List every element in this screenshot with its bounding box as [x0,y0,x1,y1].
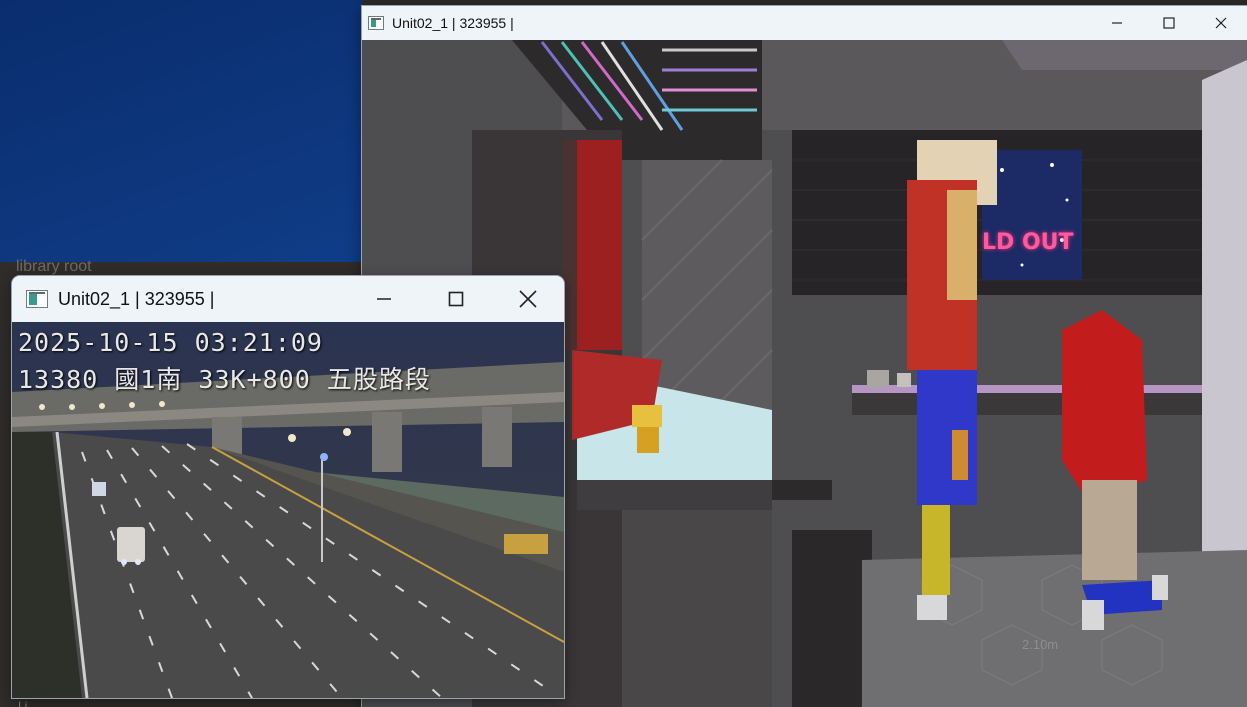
close-icon [519,290,537,308]
camera-window: Unit02_1 | 323955 | 2025-10-15 03:21:09 … [12,276,564,698]
minimize-icon [377,298,391,300]
maximize-icon [1163,17,1175,29]
maximize-button[interactable] [420,276,492,322]
minimize-button[interactable] [1091,6,1143,40]
main-window-titlebar[interactable]: Unit02_1 | 323955 | [362,6,1247,40]
scene-measurement-label: 2.10m [1022,637,1059,652]
app-icon [26,290,48,308]
minimize-button[interactable] [348,276,420,322]
traffic-camera-feed[interactable]: 2025-10-15 03:21:09 13380 國1南 33K+800 五股… [12,322,564,698]
maximize-button[interactable] [1143,6,1195,40]
camera-window-titlebar[interactable]: Unit02_1 | 323955 | [12,276,564,322]
minimize-icon [1112,22,1122,24]
close-button[interactable] [492,276,564,322]
app-icon [368,16,384,30]
maximize-icon [448,291,464,307]
close-button[interactable] [1195,6,1247,40]
camera-window-title: Unit02_1 | 323955 | [58,288,215,309]
camera-datetime-overlay: 2025-10-15 03:21:09 [18,328,323,357]
scene-sign-text: LD OUT [982,230,1074,255]
background-library-label: library root [16,258,92,275]
camera-location-overlay: 13380 國1南 33K+800 五股路段 [18,365,431,394]
close-icon [1215,17,1227,29]
background-bottom-label: Li [18,699,28,707]
main-window-title: Unit02_1 | 323955 | [392,15,514,31]
